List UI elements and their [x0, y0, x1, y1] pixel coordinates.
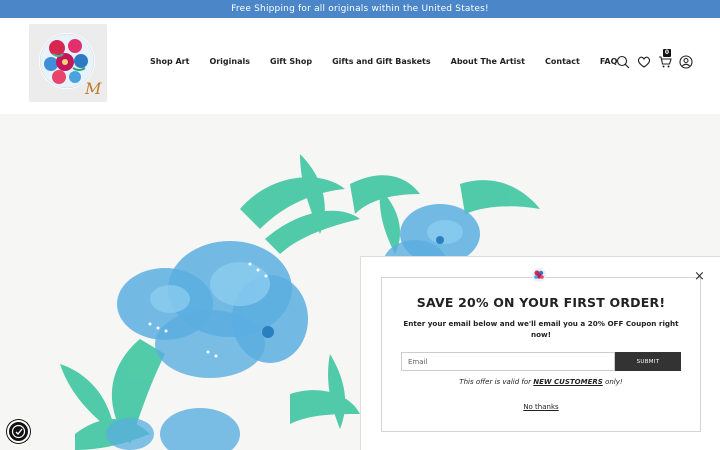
logo[interactable]: M: [29, 24, 107, 102]
nav-gift-shop[interactable]: Gift Shop: [270, 57, 312, 66]
close-icon[interactable]: ×: [694, 270, 705, 283]
header-icons: 0: [616, 49, 693, 69]
offer-note: This offer is valid for NEW CUSTOMERS on…: [361, 378, 720, 386]
cart-button[interactable]: 0: [658, 49, 672, 69]
nav-shop-art[interactable]: Shop Art: [150, 57, 189, 66]
cart-icon: [659, 56, 672, 68]
cart-count-badge: 0: [663, 49, 671, 57]
popup-title: SAVE 20% ON YOUR FIRST ORDER!: [416, 295, 666, 310]
signup-popup: × SAVE 20% ON YOUR FIRST ORDER! Enter yo…: [360, 256, 720, 450]
logo-image: M: [39, 33, 102, 98]
logo-letter: M: [84, 79, 102, 98]
no-thanks-link[interactable]: No thanks: [361, 403, 720, 411]
submit-button[interactable]: SUBMIT: [615, 352, 681, 371]
popup-subtitle: Enter your email below and we'll email y…: [403, 319, 679, 339]
offer-note-prefix: This offer is valid for: [459, 378, 532, 386]
nav-faq[interactable]: FAQ: [600, 57, 618, 66]
account-icon[interactable]: [679, 55, 693, 69]
accessibility-button[interactable]: [7, 420, 30, 443]
offer-note-highlight: NEW CUSTOMERS: [533, 378, 603, 386]
site-header: M Shop Art Originals Gift Shop Gifts and…: [0, 18, 720, 114]
popup-logo-icon: [532, 268, 546, 282]
heart-icon[interactable]: [637, 55, 651, 69]
nav-originals[interactable]: Originals: [209, 57, 250, 66]
nav-about-artist[interactable]: About The Artist: [451, 57, 525, 66]
main-nav: Shop Art Originals Gift Shop Gifts and G…: [150, 57, 637, 66]
nav-gifts-baskets[interactable]: Gifts and Gift Baskets: [332, 57, 431, 66]
nav-contact[interactable]: Contact: [545, 57, 580, 66]
accessibility-icon: [11, 424, 26, 439]
search-icon[interactable]: [616, 55, 630, 69]
announcement-text: Free Shipping for all originals within t…: [231, 4, 489, 14]
email-field[interactable]: [401, 352, 615, 371]
announcement-bar: Free Shipping for all originals within t…: [0, 0, 720, 18]
offer-note-suffix: only!: [605, 378, 623, 386]
